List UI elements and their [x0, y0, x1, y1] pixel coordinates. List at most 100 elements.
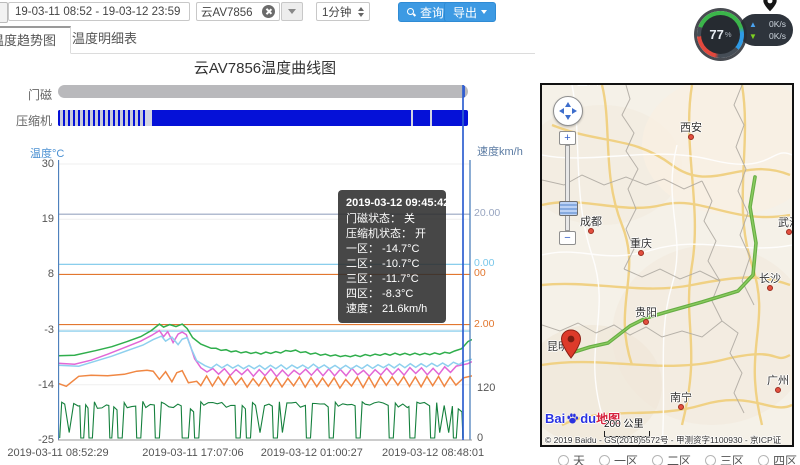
- y-tick-label: -14: [28, 379, 54, 391]
- map-city-武汉: 武汉: [786, 229, 792, 235]
- legend-label: 二区: [667, 452, 691, 465]
- legend-label: 三区: [720, 452, 744, 465]
- tooltip-line: 压缩机状态： 开: [346, 227, 438, 242]
- legend-item-二区[interactable]: 二区: [652, 452, 691, 465]
- net-speed-pill: ▲ 0K/s ▼ 0K/s: [739, 14, 793, 46]
- legend-item-天[interactable]: 天: [558, 452, 585, 465]
- zoom-out-button[interactable]: −: [559, 231, 576, 245]
- device-tag-label: 云AV7856: [201, 4, 253, 20]
- city-label: 兰州: [577, 83, 599, 88]
- device-dropdown-button[interactable]: [281, 2, 303, 21]
- city-label: 成都: [580, 213, 602, 229]
- y-tick-label: 30: [28, 158, 54, 170]
- door-status-bar[interactable]: [58, 85, 468, 98]
- map-city-成都: 成都: [588, 228, 594, 234]
- legend-radio-icon[interactable]: [599, 455, 610, 465]
- compressor-status-bar[interactable]: [58, 110, 468, 126]
- legend-radio-icon[interactable]: [652, 455, 663, 465]
- chevron-down-icon: [288, 9, 296, 14]
- compressor-off-gap: [411, 110, 413, 126]
- pan-up-icon[interactable]: [565, 102, 571, 107]
- device-select[interactable]: 云AV7856: [196, 2, 280, 21]
- cpu-gauge[interactable]: 77 %: [697, 11, 744, 58]
- upload-row: ▲ 0K/s: [749, 19, 786, 30]
- clipped-calendar-icon[interactable]: [0, 2, 8, 23]
- chart-tooltip: 2019-03-12 09:45:42 门磁状态： 关压缩机状态： 开一区： -…: [338, 190, 446, 323]
- threshold-value-label: 20.00: [474, 207, 500, 219]
- map-pan-control[interactable]: [553, 96, 583, 126]
- gauge-percent-unit: %: [725, 30, 732, 39]
- zoom-slider-track[interactable]: [565, 145, 570, 231]
- map-city-贵阳: 贵阳: [643, 319, 649, 325]
- export-button[interactable]: 导出: [444, 2, 496, 22]
- export-button-label: 导出: [453, 4, 477, 21]
- x-tick-label: 2019-03-11 08:52:29: [0, 447, 123, 459]
- legend-label: 天: [573, 452, 585, 465]
- legend-item-四区[interactable]: 四区: [758, 452, 797, 465]
- legend-item-三区[interactable]: 三区: [705, 452, 744, 465]
- compressor-off-gap: [145, 110, 152, 126]
- compressor-cycling-segment: [58, 110, 148, 126]
- app-screen: 19-03-11 08:52 - 19-03-12 23:59 云AV7856 …: [0, 0, 800, 465]
- tab-bar: 温度趋势图 温度明细表: [0, 26, 535, 54]
- tooltip-line: 四区： -8.3°C: [346, 287, 438, 302]
- legend-radio-icon[interactable]: [705, 455, 716, 465]
- map-background: [542, 85, 792, 445]
- clear-icon[interactable]: [262, 5, 275, 18]
- map-city-重庆: 重庆: [638, 250, 644, 256]
- pan-left-icon[interactable]: [559, 108, 564, 114]
- location-pin-icon: [759, 0, 781, 13]
- city-label: 重庆: [630, 235, 652, 251]
- zoom-slider-handle[interactable]: [559, 201, 578, 216]
- y-tick-label: 8: [28, 268, 54, 280]
- tooltip-line: 速度： 21.6km/h: [346, 302, 438, 317]
- map-city-南宁: 南宁: [678, 404, 684, 410]
- pan-right-icon[interactable]: [572, 108, 577, 114]
- city-label: 广州: [767, 372, 789, 388]
- map-city-西安: 西安: [688, 134, 694, 140]
- legend-radio-icon[interactable]: [558, 455, 569, 465]
- zone-legend: 天 一区 二区 三区 四区: [558, 452, 797, 465]
- x-tick-label: 2019-03-12 01:00:27: [247, 447, 377, 459]
- gauge-percent: 77: [709, 27, 723, 42]
- download-arrow-icon: ▼: [749, 31, 757, 42]
- temp-series-一区: [58, 370, 472, 388]
- pan-down-icon[interactable]: [565, 115, 571, 120]
- y-right-tick-label: 0: [477, 432, 483, 444]
- compressor-bar-label: 压缩机: [2, 112, 52, 129]
- query-button-label: 查询: [420, 4, 444, 21]
- stepper-arrows-icon[interactable]: [358, 7, 364, 17]
- zoom-in-button[interactable]: +: [559, 131, 576, 145]
- legend-label: 四区: [773, 452, 797, 465]
- interval-value: 1分钟: [322, 4, 351, 20]
- temp-series-四区: [58, 324, 472, 357]
- city-label: 西安: [680, 119, 702, 135]
- interval-stepper[interactable]: 1分钟: [316, 2, 370, 21]
- tab-detail-table[interactable]: 温度明细表: [58, 26, 151, 52]
- upload-speed: 0K/s: [769, 19, 786, 30]
- y-axis-right-title: 速度km/h: [477, 143, 523, 159]
- vehicle-pin-icon[interactable]: [559, 329, 583, 361]
- network-monitor-widget[interactable]: ▲ 0K/s ▼ 0K/s 77 %: [697, 0, 797, 60]
- hover-crosshair-line: [462, 85, 464, 440]
- tooltip-line: 一区： -14.7°C: [346, 242, 438, 257]
- y-tick-label: -25: [28, 434, 54, 446]
- date-range-input[interactable]: 19-03-11 08:52 - 19-03-12 23:59: [8, 2, 190, 21]
- y-right-tick-label: 120: [477, 382, 495, 394]
- y-tick-label: -3: [28, 324, 54, 336]
- baidu-paw-icon: [566, 412, 579, 425]
- legend-label: 一区: [614, 452, 638, 465]
- x-tick-label: 2019-03-11 17:07:06: [128, 447, 258, 459]
- chart-title: 云AV7856温度曲线图: [58, 57, 472, 78]
- x-tick-label: 2019-03-12 08:48:01: [368, 447, 498, 459]
- map-city-广州: 广州: [775, 387, 781, 393]
- tooltip-line: 二区： -10.7°C: [346, 257, 438, 272]
- tooltip-line: 门磁状态： 关: [346, 212, 438, 227]
- y-tick-label: 19: [28, 213, 54, 225]
- legend-item-一区[interactable]: 一区: [599, 452, 638, 465]
- map-panel[interactable]: 兰州西安成都重庆贵阳长沙武汉南宁广州昆明 + − Bai du 地图: [540, 83, 794, 447]
- threshold-value-label: 2.00: [474, 318, 494, 330]
- threshold-value-label: 00: [474, 267, 486, 279]
- legend-radio-icon[interactable]: [758, 455, 769, 465]
- export-caret-icon: [481, 10, 487, 14]
